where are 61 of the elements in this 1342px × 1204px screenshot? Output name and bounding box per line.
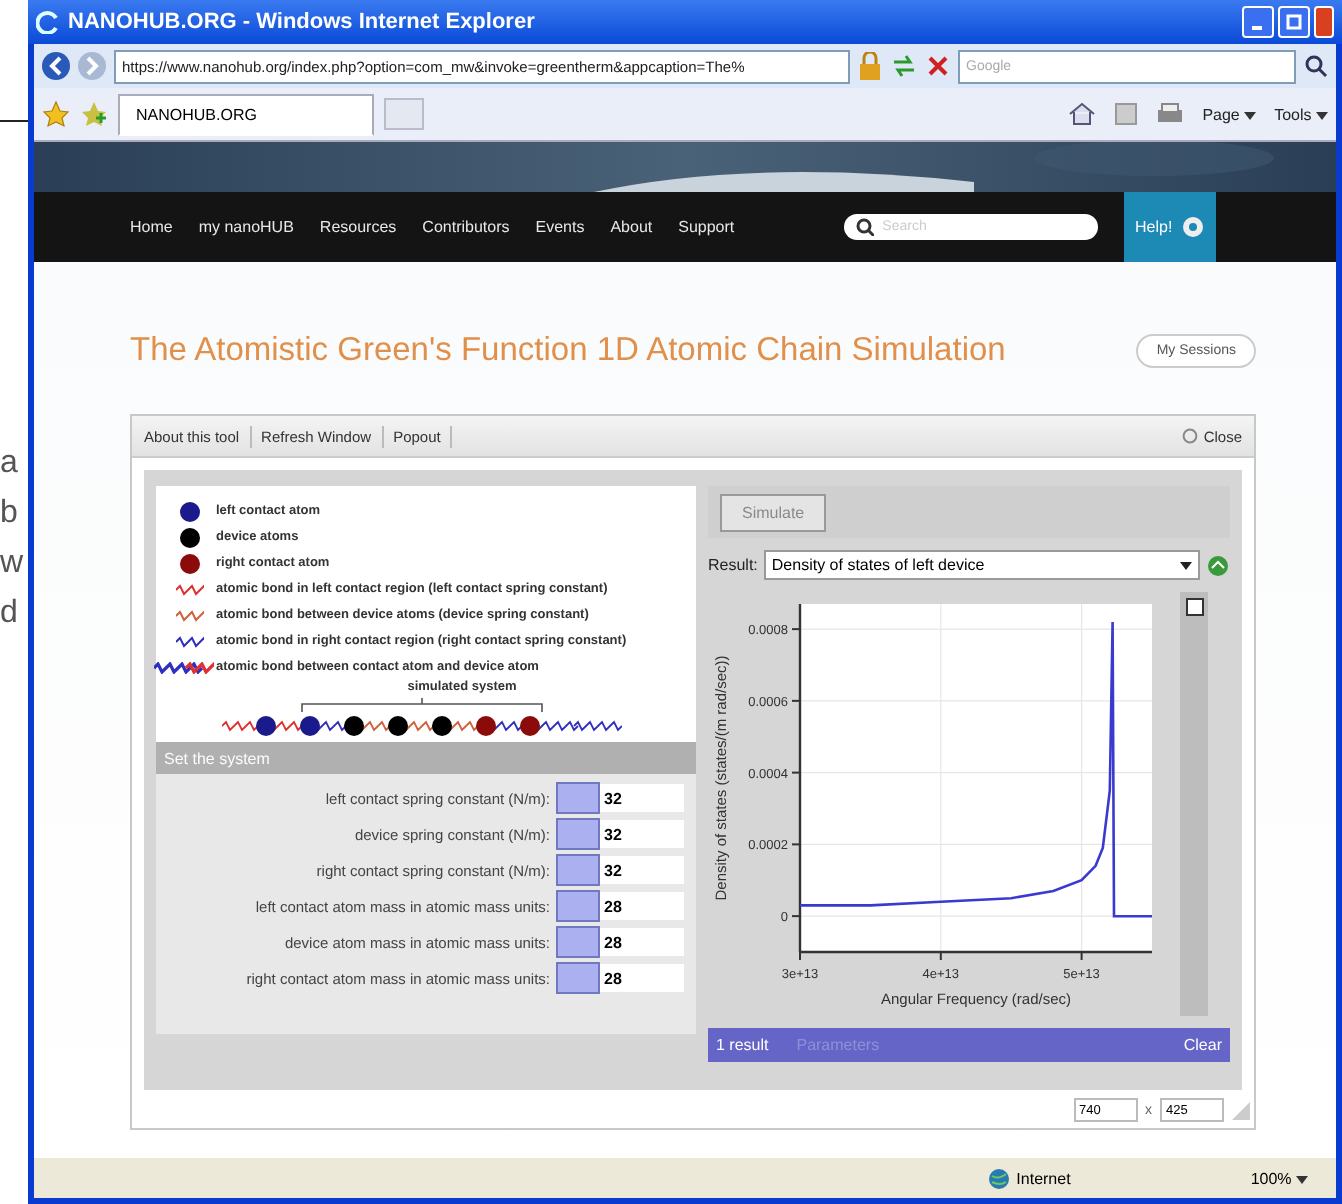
background-text: w (0, 544, 26, 584)
nav-link[interactable]: Events (535, 218, 585, 236)
window-title: NANOHUB.ORG - Windows Internet Explorer (68, 10, 535, 34)
nav-link[interactable]: About (610, 218, 653, 236)
help-button[interactable]: Help! (1123, 192, 1216, 262)
background-text: d (0, 594, 20, 634)
units-button[interactable] (556, 782, 600, 814)
close-button[interactable] (1314, 6, 1334, 38)
command-menu[interactable]: Page (1202, 105, 1257, 123)
command-menu[interactable]: Tools (1274, 105, 1328, 123)
minimize-button[interactable] (1242, 6, 1274, 38)
parameter-input[interactable]: 28 (600, 928, 684, 956)
zoom-level[interactable]: 100% (1250, 1169, 1308, 1187)
maximize-icon (1286, 14, 1302, 30)
units-button[interactable] (556, 818, 600, 850)
resize-grip-icon[interactable] (1232, 1101, 1250, 1119)
maximize-button[interactable] (1278, 6, 1310, 38)
result-label: Result: (708, 556, 758, 574)
stop-icon[interactable] (926, 54, 950, 78)
parameter-input[interactable]: 28 (600, 964, 684, 992)
nav-link[interactable]: Resources (319, 218, 397, 236)
home-icon[interactable] (1068, 102, 1097, 126)
nav-link[interactable]: Home (130, 218, 173, 236)
clear-link[interactable]: Clear (1183, 1036, 1222, 1054)
browser-tab[interactable]: NANOHUB.ORG (118, 93, 374, 135)
units-button[interactable] (556, 890, 600, 922)
page-title: The Atomistic Green's Function 1D Atomic Chain Simulation (130, 331, 1006, 369)
units-button[interactable] (556, 854, 600, 886)
parameter-input[interactable]: 28 (600, 892, 684, 920)
parameter-input[interactable]: 32 (600, 856, 684, 884)
background-text: a (0, 444, 20, 484)
units-button[interactable] (556, 926, 600, 958)
refresh-icon[interactable] (890, 54, 918, 78)
close-icon (1181, 428, 1198, 444)
nav-link[interactable]: my nanoHUB (198, 218, 294, 236)
search-icon[interactable] (1304, 54, 1328, 78)
result-count: 1 result (716, 1036, 769, 1054)
parameter-input[interactable]: 32 (600, 820, 684, 848)
caret-icon (1296, 1175, 1308, 1183)
parameter-input[interactable]: 32 (600, 784, 684, 812)
section-header: Set the system (156, 742, 696, 774)
dropdown-caret-icon (1180, 561, 1192, 569)
padlock-icon (858, 52, 882, 80)
security-zone: Internet (988, 1167, 1071, 1189)
browser-icon (36, 10, 60, 34)
printer-icon[interactable] (1156, 102, 1185, 126)
background-text: b (0, 494, 20, 534)
new-tab-button[interactable] (384, 98, 424, 130)
star-icon[interactable] (42, 100, 70, 128)
caret-icon (1316, 111, 1328, 119)
caret-icon (1244, 111, 1257, 119)
nav-link[interactable]: Support (678, 218, 735, 236)
expand-button[interactable] (1185, 598, 1203, 616)
nav-link[interactable]: Contributors (422, 218, 510, 236)
globe-icon (988, 1167, 1011, 1189)
result-dropdown[interactable]: Density of states of left device (763, 550, 1200, 580)
units-button[interactable] (556, 962, 600, 994)
add-favorite-icon[interactable] (80, 100, 108, 128)
help-icon (1182, 216, 1205, 238)
back-button[interactable] (42, 52, 70, 80)
search-icon (856, 218, 875, 236)
